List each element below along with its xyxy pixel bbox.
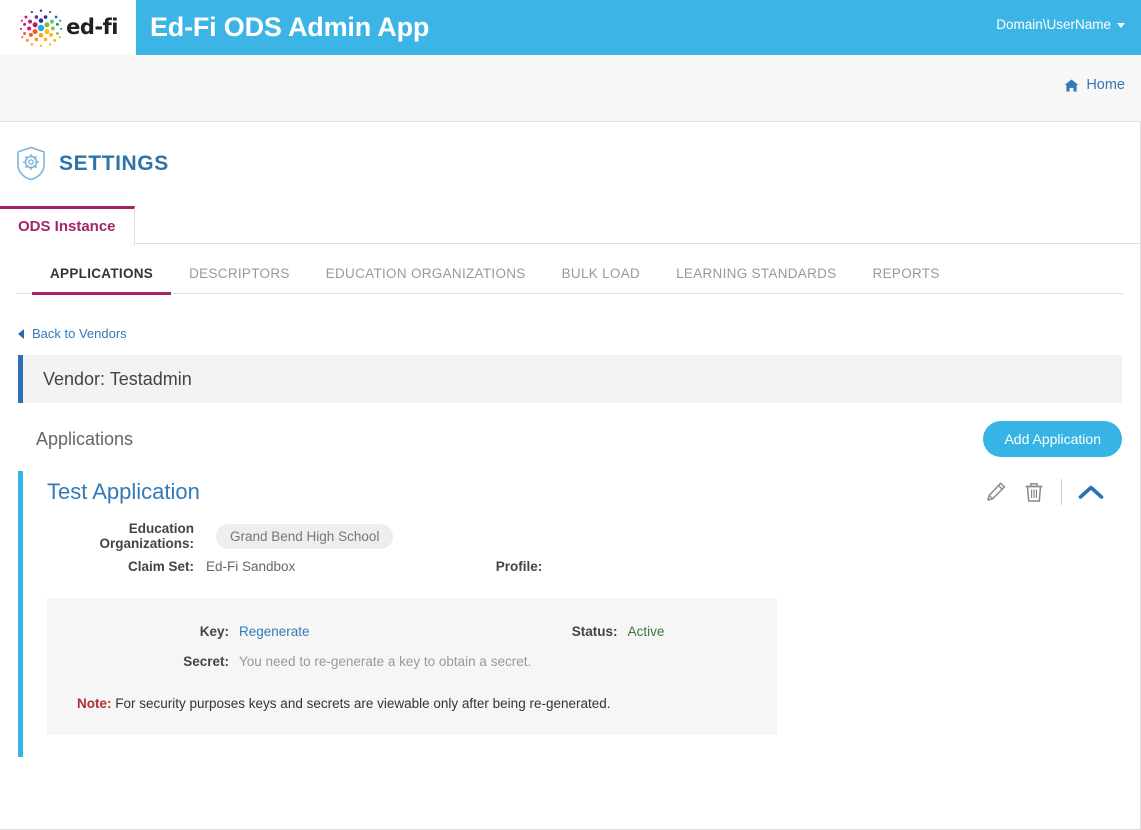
secret-row: Secret: You need to re-generate a key to… bbox=[47, 646, 777, 676]
chevron-down-icon bbox=[1117, 22, 1125, 28]
tab-reports[interactable]: REPORTS bbox=[855, 266, 958, 295]
vendor-banner: Vendor: Testadmin bbox=[18, 355, 1122, 403]
home-link[interactable]: Home bbox=[1064, 77, 1125, 93]
edfi-swirl-logo-icon bbox=[19, 8, 63, 47]
secret-value: You need to re-generate a key to obtain … bbox=[239, 653, 532, 669]
tab-learning-standards[interactable]: LEARNING STANDARDS bbox=[658, 266, 854, 295]
secret-label: Secret: bbox=[183, 653, 229, 669]
status-badge: Active bbox=[627, 623, 665, 639]
application-name[interactable]: Test Application bbox=[47, 479, 200, 505]
applications-heading: Applications bbox=[36, 428, 134, 449]
application-card: Test Application Education Organizations… bbox=[18, 471, 1122, 757]
tab-descriptors[interactable]: DESCRIPTORS bbox=[171, 266, 308, 295]
claim-set-row: Claim Set: Ed-Fi Sandbox Profile: bbox=[47, 551, 1122, 581]
back-to-vendors-label: Back to Vendors bbox=[32, 326, 127, 341]
education-organization-chip: Grand Bend High School bbox=[216, 523, 394, 549]
brand-logo-text: ed-fi bbox=[66, 15, 118, 39]
back-to-vendors-link[interactable]: Back to Vendors bbox=[18, 326, 127, 341]
profile-label: Profile: bbox=[495, 558, 543, 574]
tab-bulk-load-label: BULK LOAD bbox=[561, 266, 641, 281]
key-row: Key: Regenerate Status: Active bbox=[47, 616, 777, 646]
credentials-panel: Key: Regenerate Status: Active Secret: Y… bbox=[47, 598, 777, 735]
application-details: Education Organizations: Grand Bend High… bbox=[23, 505, 1122, 581]
ods-instance-tab-strip: ODS Instance bbox=[0, 206, 1140, 245]
home-icon bbox=[1064, 78, 1079, 92]
vendor-name: Vendor: Testadmin bbox=[43, 368, 192, 389]
action-divider bbox=[1061, 479, 1062, 505]
tab-education-organizations-label: EDUCATION ORGANIZATIONS bbox=[325, 266, 526, 281]
tab-ods-instance-label: ODS Instance bbox=[18, 218, 116, 235]
shield-gear-icon bbox=[17, 146, 45, 181]
tab-applications[interactable]: APPLICATIONS bbox=[32, 266, 172, 295]
page-title: SETTINGS bbox=[59, 151, 169, 175]
main-content-panel: SETTINGS ODS Instance APPLICATIONS DESCR… bbox=[0, 122, 1141, 830]
user-menu[interactable]: Domain\UserName bbox=[996, 17, 1125, 32]
chevron-left-icon bbox=[18, 328, 24, 339]
claim-set-value: Ed-Fi Sandbox bbox=[206, 558, 296, 574]
home-link-label: Home bbox=[1086, 77, 1125, 93]
applications-section-header: Applications Add Application bbox=[18, 421, 1122, 457]
status-label: Status: bbox=[571, 623, 618, 639]
breadcrumb-bar: Home bbox=[0, 55, 1141, 122]
tab-education-organizations[interactable]: EDUCATION ORGANIZATIONS bbox=[308, 266, 544, 295]
brand-logo[interactable]: ed-fi bbox=[0, 0, 136, 55]
trash-icon[interactable] bbox=[1023, 481, 1045, 503]
regenerate-key-link[interactable]: Regenerate bbox=[239, 624, 310, 639]
credentials-note: Note: For security purposes keys and sec… bbox=[77, 696, 777, 711]
add-application-button[interactable]: Add Application bbox=[983, 421, 1122, 457]
tab-reports-label: REPORTS bbox=[872, 266, 940, 281]
tab-applications-label: APPLICATIONS bbox=[50, 266, 154, 281]
education-organizations-row: Education Organizations: Grand Bend High… bbox=[47, 521, 1122, 551]
app-header: ed-fi Ed-Fi ODS Admin App Domain\UserNam… bbox=[0, 0, 1141, 55]
user-menu-label: Domain\UserName bbox=[996, 17, 1111, 32]
tab-ods-instance[interactable]: ODS Instance bbox=[0, 206, 135, 245]
tab-bulk-load[interactable]: BULK LOAD bbox=[544, 266, 658, 295]
key-label: Key: bbox=[199, 623, 229, 639]
chevron-up-icon[interactable] bbox=[1078, 484, 1104, 501]
credentials-note-prefix: Note: bbox=[77, 696, 112, 711]
settings-header: SETTINGS bbox=[0, 122, 1140, 181]
education-organizations-label: Education Organizations: bbox=[99, 521, 194, 551]
pencil-icon[interactable] bbox=[985, 481, 1007, 503]
tab-descriptors-label: DESCRIPTORS bbox=[189, 266, 290, 281]
section-tab-strip: APPLICATIONS DESCRIPTORS EDUCATION ORGAN… bbox=[16, 244, 1124, 295]
app-title: Ed-Fi ODS Admin App bbox=[150, 12, 430, 42]
application-card-header: Test Application bbox=[23, 471, 1122, 505]
credentials-note-text: For security purposes keys and secrets a… bbox=[111, 696, 611, 711]
application-actions bbox=[985, 479, 1104, 505]
tab-learning-standards-label: LEARNING STANDARDS bbox=[676, 266, 837, 281]
claim-set-label: Claim Set: bbox=[127, 558, 194, 574]
